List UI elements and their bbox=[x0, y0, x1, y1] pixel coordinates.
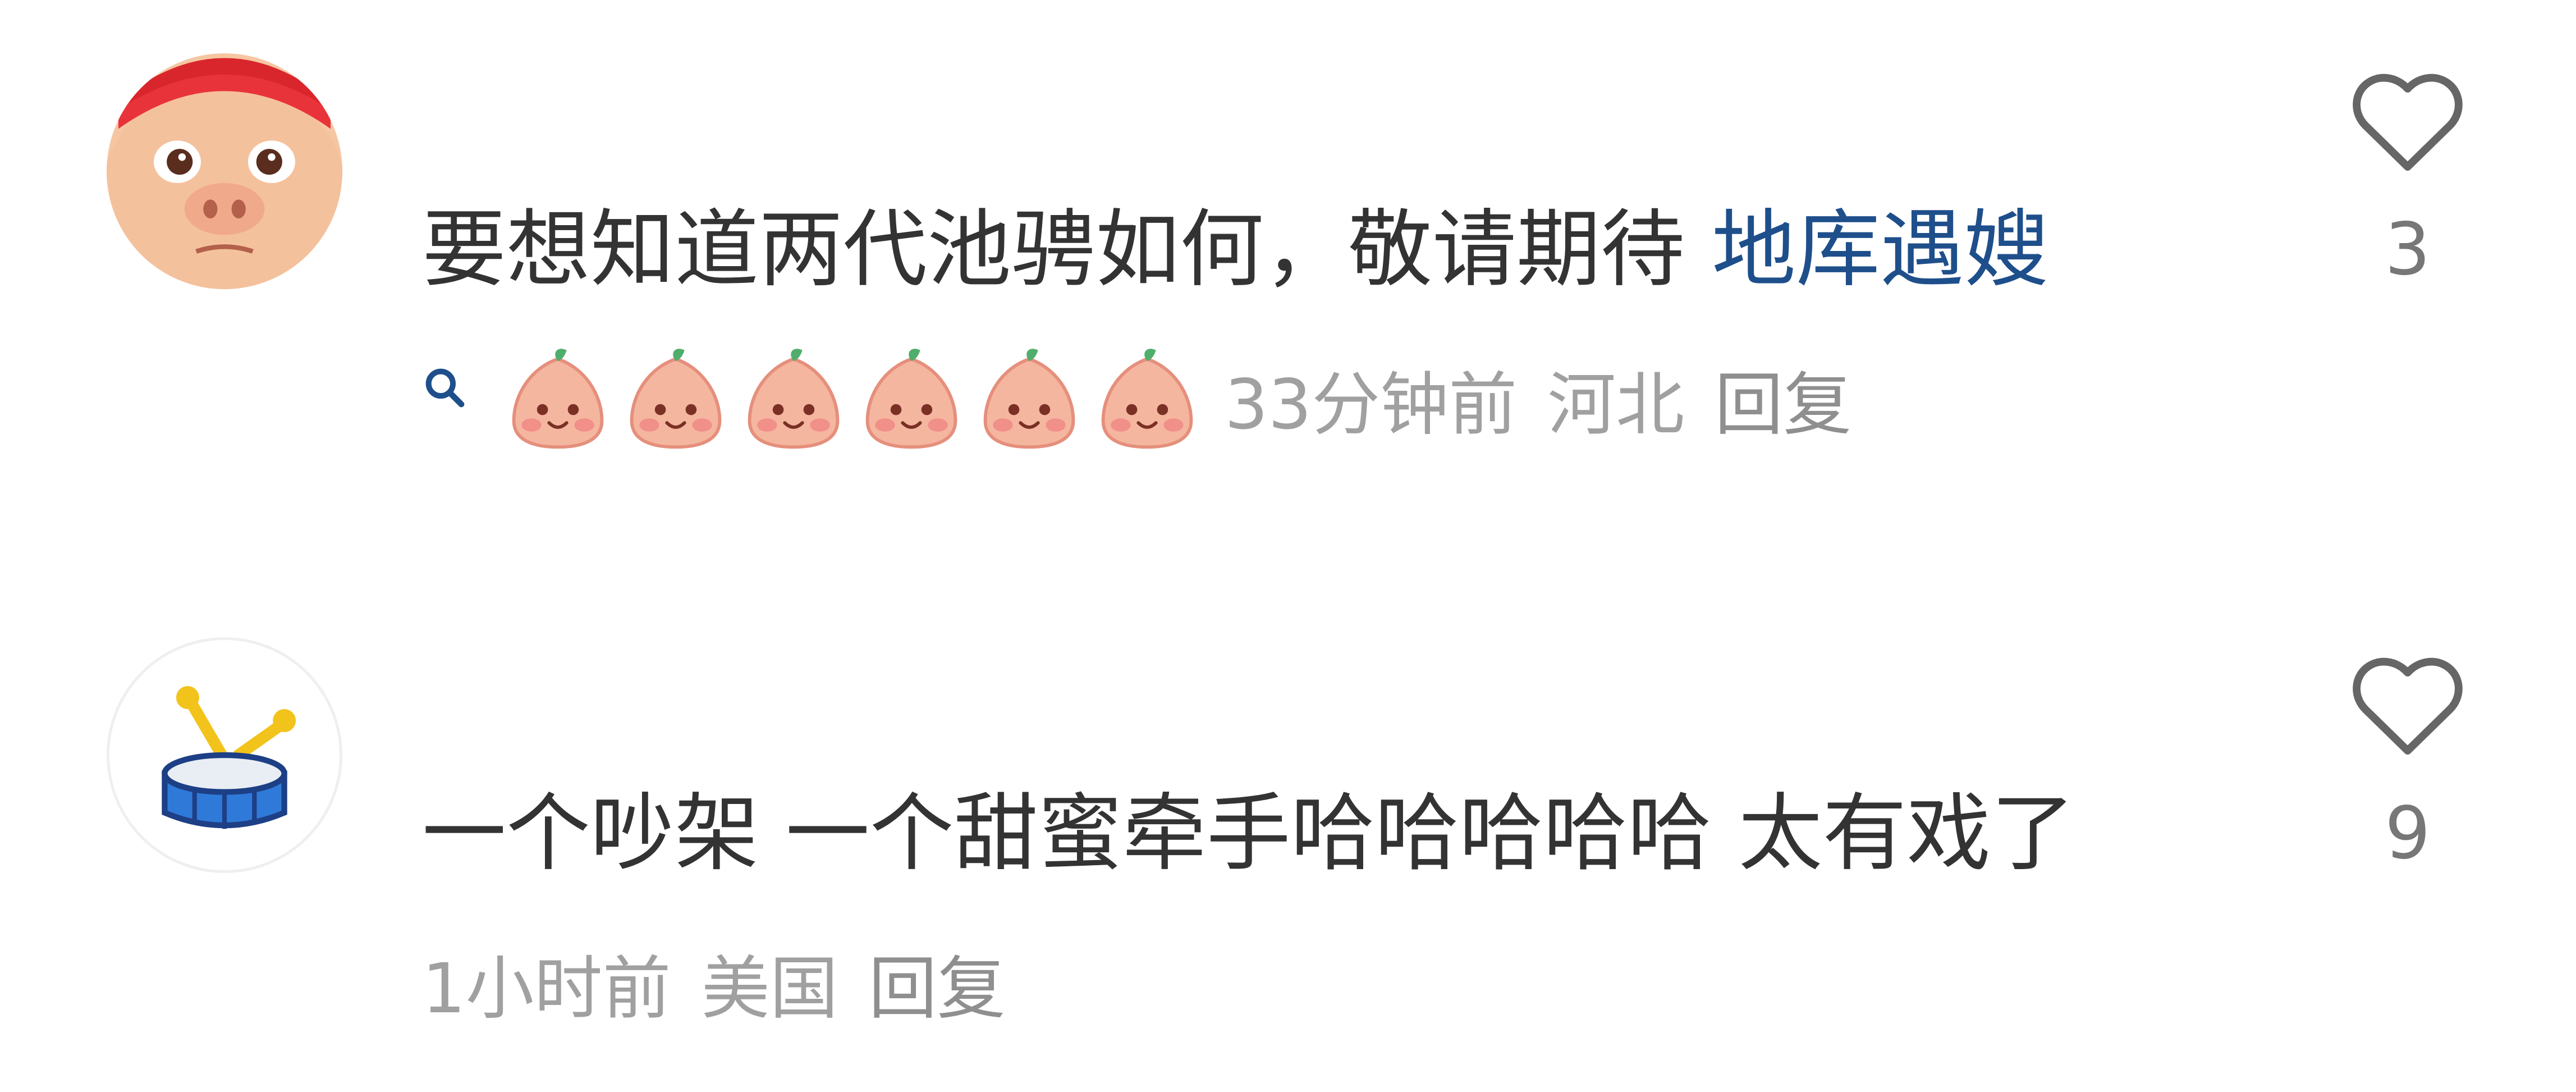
like-count: 9 bbox=[2385, 792, 2431, 875]
comment-meta: 33分钟前 河北 回复 bbox=[422, 337, 1851, 460]
like-group: 3 bbox=[2340, 67, 2475, 292]
peach-face-emoji bbox=[739, 344, 849, 454]
pig-face-avatar-icon bbox=[107, 53, 342, 289]
comment-location: 美国 bbox=[701, 948, 838, 1029]
peach-face-emoji bbox=[621, 344, 731, 454]
comment-text: 要想知道两代池骋如何，敬请期待 地库遇嫂 bbox=[422, 199, 2048, 300]
drum-avatar-icon bbox=[109, 640, 340, 870]
comment-item: 一个吵架 一个甜蜜牵手哈哈哈哈哈 太有戏了 1小时前 美国 回复 9 bbox=[0, 584, 2576, 1092]
heart-outline-icon[interactable] bbox=[2349, 67, 2467, 174]
peach-face-emoji bbox=[503, 344, 613, 454]
topic-link[interactable]: 地库遇嫂 bbox=[1712, 201, 2048, 299]
comment-meta: 1小时前 美国 回复 bbox=[422, 929, 1006, 1036]
like-group: 9 bbox=[2340, 651, 2475, 876]
comment-text: 一个吵架 一个甜蜜牵手哈哈哈哈哈 太有戏了 bbox=[422, 785, 2075, 883]
comment-time: 1小时前 bbox=[422, 948, 671, 1029]
comment-location: 河北 bbox=[1547, 364, 1685, 445]
user-avatar[interactable] bbox=[107, 637, 342, 873]
comment-item: 要想知道两代池骋如何，敬请期待 地库遇嫂 33分钟前 河北 回复 3 bbox=[0, 0, 2576, 539]
comment-time: 33分钟前 bbox=[1225, 364, 1518, 445]
like-count: 3 bbox=[2385, 208, 2431, 291]
comment-body: 要想知道两代池骋如何，敬请期待 bbox=[422, 201, 1685, 299]
peach-face-emoji bbox=[856, 344, 966, 454]
peach-face-emoji bbox=[974, 344, 1084, 454]
reply-button[interactable]: 回复 bbox=[869, 933, 1006, 1032]
heart-outline-icon[interactable] bbox=[2349, 651, 2467, 758]
user-avatar[interactable] bbox=[107, 53, 342, 289]
search-icon[interactable] bbox=[422, 365, 467, 410]
peach-face-emoji bbox=[1092, 344, 1202, 454]
reply-button[interactable]: 回复 bbox=[1715, 349, 1851, 449]
